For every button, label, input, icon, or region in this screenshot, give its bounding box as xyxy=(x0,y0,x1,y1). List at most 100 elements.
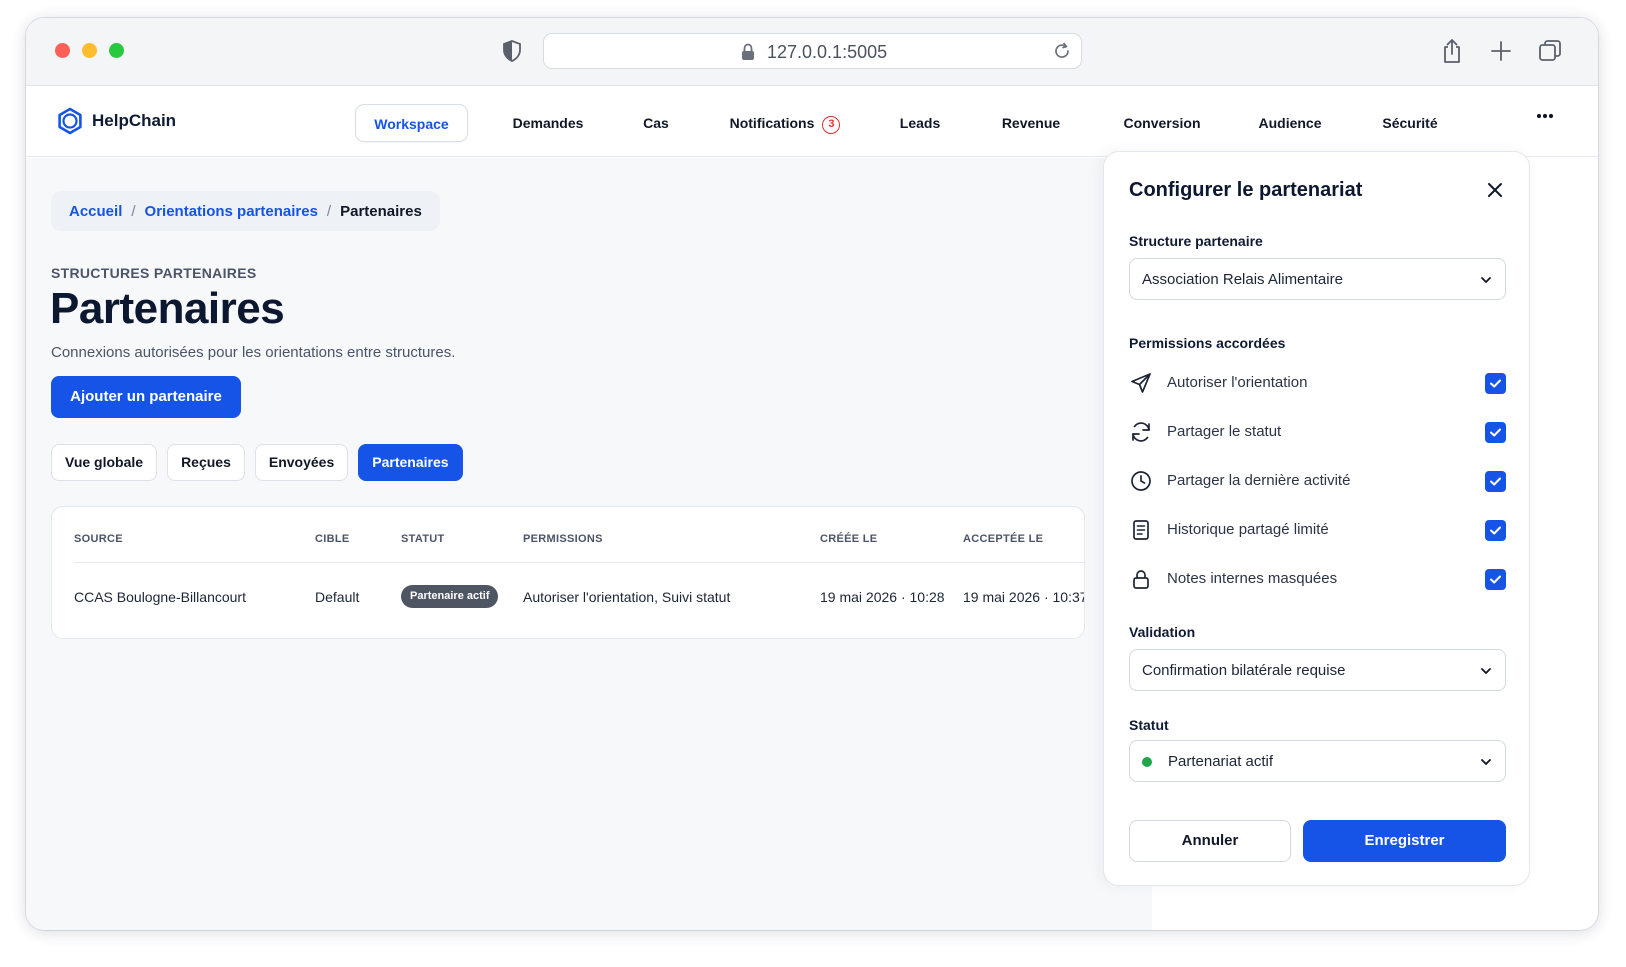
tab-vue-globale[interactable]: Vue globale xyxy=(51,444,158,481)
view-tabs: Vue globale Reçues Envoyées Partenaires xyxy=(51,444,463,481)
permission-label: Notes internes masquées xyxy=(1167,570,1338,587)
notification-count-badge: 3 xyxy=(822,116,841,134)
share-icon[interactable] xyxy=(1441,38,1463,64)
chevron-down-icon xyxy=(1481,759,1491,765)
permission-label: Autoriser l'orientation xyxy=(1167,374,1308,391)
permission-row: Partager le statut xyxy=(1129,417,1506,447)
column-header-created: CRÉÉE LE xyxy=(820,533,878,545)
structure-select[interactable]: Association Relais Alimentaire xyxy=(1129,258,1506,300)
save-button[interactable]: Enregistrer xyxy=(1303,820,1506,862)
permission-label: Historique partagé limité xyxy=(1167,521,1329,538)
breadcrumb: Accueil / Orientations partenaires / Par… xyxy=(51,191,440,231)
main-content: Accueil / Orientations partenaires / Par… xyxy=(26,158,1152,930)
nav-revenue[interactable]: Revenue xyxy=(994,104,1068,142)
nav-demandes[interactable]: Demandes xyxy=(498,104,598,142)
maximize-window-button[interactable] xyxy=(109,43,124,58)
check-icon xyxy=(1490,575,1501,584)
lock-icon xyxy=(742,43,754,60)
status-badge: Partenaire actif xyxy=(401,585,499,608)
validation-label: Validation xyxy=(1129,624,1196,640)
check-icon xyxy=(1490,477,1501,486)
cell-accepted: 19 mai 2026 · 10:37 xyxy=(963,589,1085,605)
column-header-permissions: PERMISSIONS xyxy=(523,533,603,545)
close-window-button[interactable] xyxy=(55,43,70,58)
structure-label: Structure partenaire xyxy=(1129,233,1263,249)
page-title: Partenaires xyxy=(50,284,285,333)
breadcrumb-home[interactable]: Accueil xyxy=(69,203,122,220)
permission-label: Partager le statut xyxy=(1167,423,1282,440)
breadcrumb-current: Partenaires xyxy=(340,202,422,220)
document-icon xyxy=(1133,520,1149,540)
nav-notifications-label: Notifications xyxy=(729,115,815,131)
more-options-icon[interactable] xyxy=(1536,113,1554,119)
new-tab-icon[interactable] xyxy=(1490,40,1512,62)
nav-conversion[interactable]: Conversion xyxy=(1114,104,1210,142)
nav-audience[interactable]: Audience xyxy=(1252,104,1328,142)
permission-checkbox[interactable] xyxy=(1485,569,1506,590)
permission-checkbox[interactable] xyxy=(1485,373,1506,394)
page-eyebrow: STRUCTURES PARTENAIRES xyxy=(51,265,257,281)
address-bar[interactable]: 127.0.0.1:5005 xyxy=(543,33,1082,69)
permission-row: Autoriser l'orientation xyxy=(1129,368,1506,398)
structure-select-value: Association Relais Alimentaire xyxy=(1142,271,1343,288)
chevron-down-icon xyxy=(1481,277,1491,283)
breadcrumb-parent[interactable]: Orientations partenaires xyxy=(145,203,318,220)
nav-securite[interactable]: Sécurité xyxy=(1372,104,1448,142)
tab-recues[interactable]: Reçues xyxy=(167,444,245,481)
configure-partnership-panel: Configurer le partenariat Structure part… xyxy=(1103,151,1530,886)
validation-select[interactable]: Confirmation bilatérale requise xyxy=(1129,649,1506,691)
tab-partenaires[interactable]: Partenaires xyxy=(358,444,463,481)
clock-icon xyxy=(1131,471,1151,491)
nav-leads[interactable]: Leads xyxy=(890,104,950,142)
nav-workspace[interactable]: Workspace xyxy=(355,104,468,142)
page-subtitle: Connexions autorisées pour les orientati… xyxy=(51,344,456,361)
column-header-target: CIBLE xyxy=(315,533,350,545)
shield-icon[interactable] xyxy=(502,40,522,62)
permission-row: Notes internes masquées xyxy=(1129,564,1506,594)
permission-row: Historique partagé limité xyxy=(1129,515,1506,545)
minimize-window-button[interactable] xyxy=(82,43,97,58)
app-logo[interactable]: HelpChain xyxy=(56,107,176,135)
cell-target: Default xyxy=(315,589,360,605)
check-icon xyxy=(1490,526,1501,535)
column-header-status: STATUT xyxy=(401,533,445,545)
permission-checkbox[interactable] xyxy=(1485,471,1506,492)
breadcrumb-separator: / xyxy=(131,202,136,220)
add-partner-button[interactable]: Ajouter un partenaire xyxy=(51,376,241,418)
browser-toolbar: 127.0.0.1:5005 xyxy=(26,18,1598,86)
panel-title: Configurer le partenariat xyxy=(1129,179,1363,201)
cell-permissions: Autoriser l'orientation, Suivi statut xyxy=(523,589,731,605)
table-header-divider xyxy=(74,562,1084,563)
nav-cas[interactable]: Cas xyxy=(628,104,684,142)
check-icon xyxy=(1490,379,1501,388)
validation-select-value: Confirmation bilatérale requise xyxy=(1142,662,1346,679)
cell-source: CCAS Boulogne-Billancourt xyxy=(74,589,246,605)
permission-label: Partager la dernière activité xyxy=(1167,472,1351,489)
status-select-value: Partenariat actif xyxy=(1168,753,1274,770)
column-header-accepted: ACCEPTÉE LE xyxy=(963,533,1044,545)
url-text: 127.0.0.1:5005 xyxy=(767,42,888,62)
app-name: HelpChain xyxy=(92,111,177,130)
column-header-source: SOURCE xyxy=(74,533,123,545)
browser-window: 127.0.0.1:5005 HelpChain Workspace Deman… xyxy=(26,18,1598,930)
status-label: Statut xyxy=(1129,717,1169,733)
close-icon[interactable] xyxy=(1484,179,1506,201)
check-icon xyxy=(1490,428,1501,437)
tab-envoyees[interactable]: Envoyées xyxy=(254,444,349,481)
permission-row: Partager la dernière activité xyxy=(1129,466,1506,496)
chevron-down-icon xyxy=(1481,668,1491,674)
nav-notifications[interactable]: Notifications 3 xyxy=(720,104,850,142)
app-navbar: HelpChain Workspace Demandes Cas Notific… xyxy=(26,87,1598,157)
tabs-overview-icon[interactable] xyxy=(1538,39,1562,63)
refresh-icon xyxy=(1132,422,1150,442)
permission-checkbox[interactable] xyxy=(1485,422,1506,443)
send-icon xyxy=(1131,373,1151,393)
status-select[interactable]: Partenariat actif xyxy=(1129,740,1506,782)
permission-checkbox[interactable] xyxy=(1485,520,1506,541)
status-dot xyxy=(1142,757,1152,767)
permissions-label: Permissions accordées xyxy=(1129,335,1286,351)
reload-icon[interactable] xyxy=(1053,42,1071,60)
cancel-button[interactable]: Annuler xyxy=(1129,820,1291,862)
helpchain-logo-icon xyxy=(58,107,82,135)
breadcrumb-separator: / xyxy=(326,202,332,220)
